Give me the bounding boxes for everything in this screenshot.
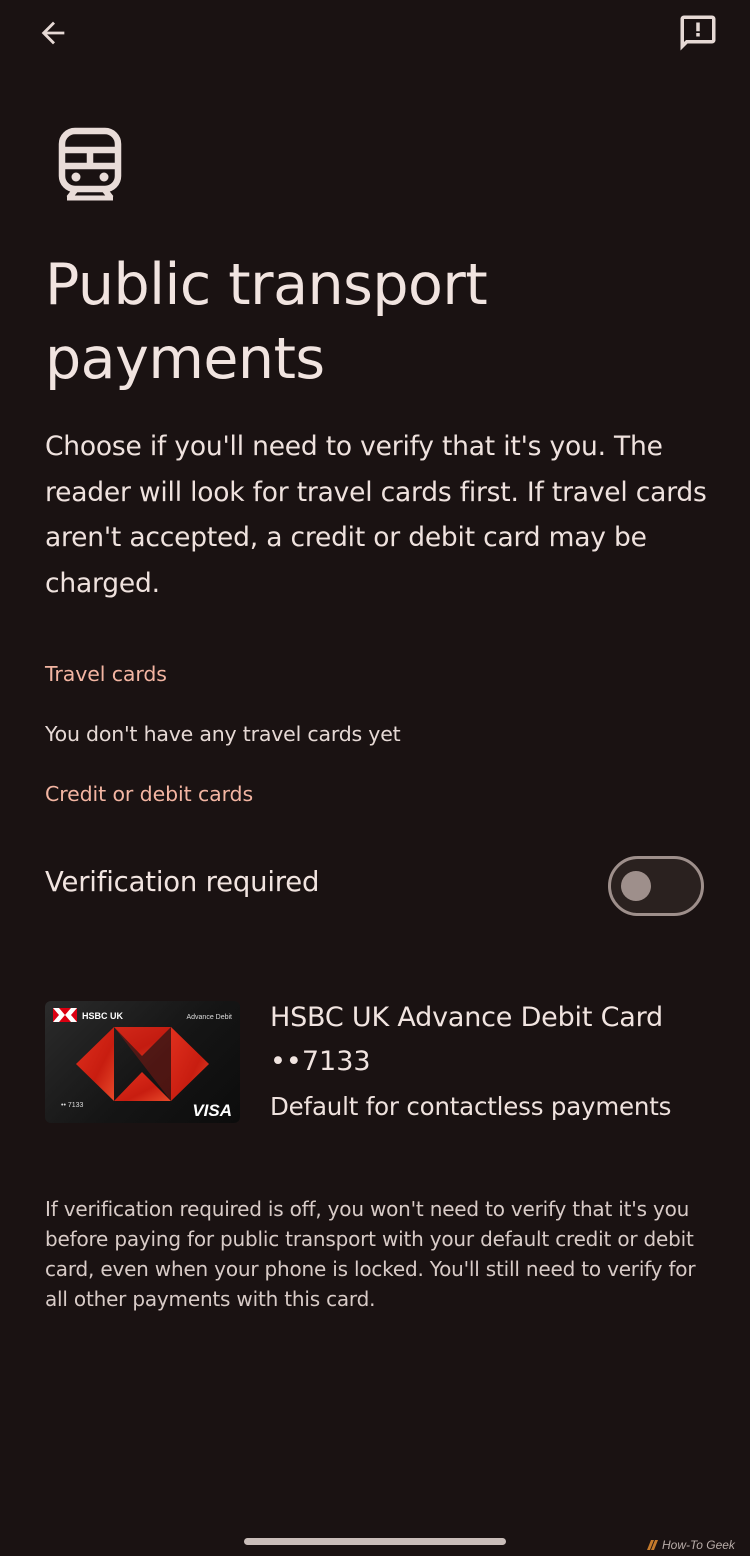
train-icon bbox=[54, 126, 126, 202]
page-description: Choose if you'll need to verify that it'… bbox=[45, 431, 707, 599]
watermark: How-To Geek bbox=[645, 1538, 735, 1552]
watermark-text: How-To Geek bbox=[662, 1538, 735, 1552]
card-image: HSBC UK Advance Debit •• 7133 VISA bbox=[45, 1001, 240, 1123]
travel-cards-heading: Travel cards bbox=[45, 662, 167, 686]
credit-cards-heading: Credit or debit cards bbox=[45, 782, 254, 806]
card-name: HSBC UK Advance Debit Card bbox=[270, 1002, 663, 1033]
feedback-button[interactable] bbox=[672, 8, 724, 58]
card-default-status: Default for contactless payments bbox=[270, 1092, 672, 1121]
feedback-icon bbox=[680, 15, 716, 51]
verification-required-toggle[interactable] bbox=[608, 856, 704, 916]
payment-card-item[interactable]: HSBC UK Advance Debit •• 7133 VISA HSBC … bbox=[45, 996, 705, 1128]
card-masked-text: •• 7133 bbox=[61, 1102, 84, 1109]
verification-footnote: If verification required is off, you won… bbox=[45, 1197, 696, 1311]
card-bank-text: HSBC UK bbox=[82, 1011, 124, 1021]
verification-required-row[interactable]: Verification required bbox=[45, 848, 705, 924]
card-number: ••7133 bbox=[270, 1046, 371, 1077]
card-tier-text: Advance Debit bbox=[186, 1014, 232, 1021]
travel-cards-empty-text: You don't have any travel cards yet bbox=[45, 722, 401, 746]
page-title: Public transport payments bbox=[45, 252, 488, 392]
back-button[interactable] bbox=[28, 8, 78, 58]
verification-required-label: Verification required bbox=[45, 866, 320, 898]
card-network-text: VISA bbox=[192, 1101, 232, 1120]
gesture-navigation-bar[interactable] bbox=[244, 1538, 506, 1545]
arrow-back-icon bbox=[41, 21, 65, 45]
watermark-logo-icon bbox=[647, 1540, 658, 1550]
toggle-knob bbox=[621, 871, 651, 901]
